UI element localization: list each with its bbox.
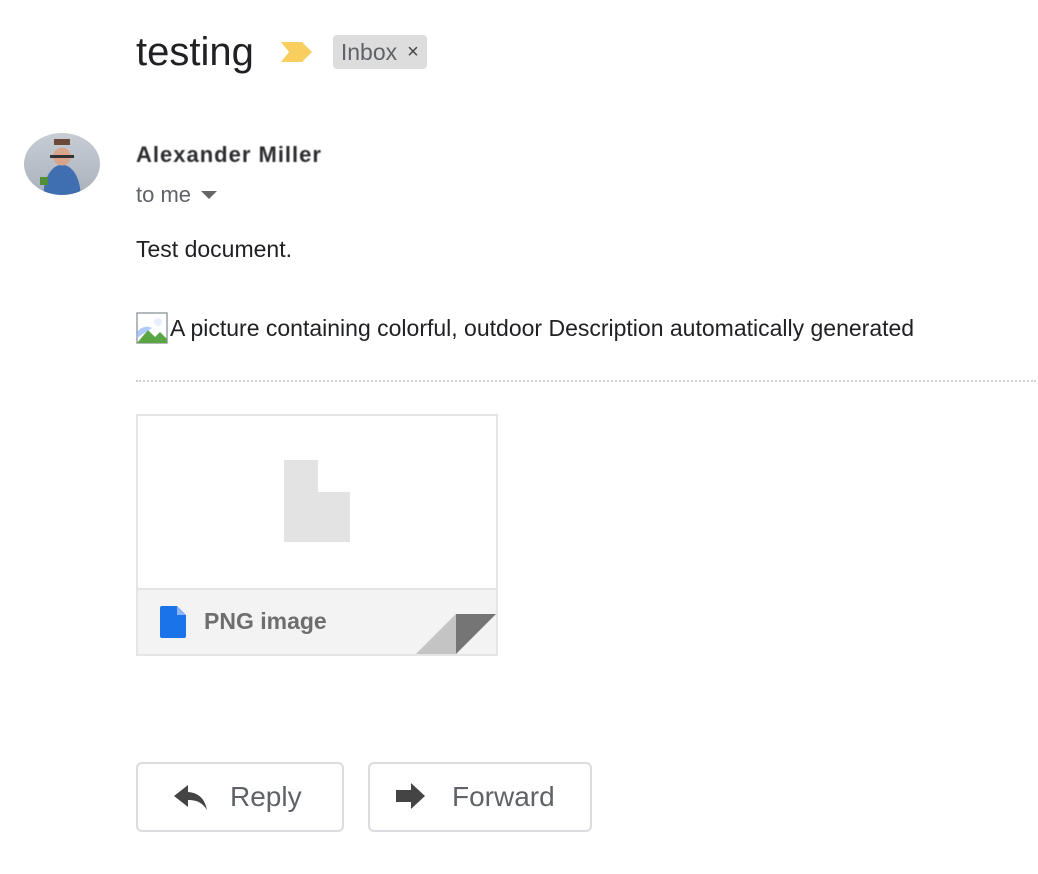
image-alt-text: A picture containing colorful, outdoor D…: [170, 314, 915, 341]
recipient-toggle[interactable]: to me: [136, 182, 218, 208]
reply-label: Reply: [230, 781, 302, 812]
sender-name[interactable]: Alexander Miller: [136, 142, 322, 168]
forward-label: Forward: [452, 781, 555, 812]
document-placeholder-icon: [284, 460, 350, 542]
forward-icon: [396, 782, 432, 812]
avatar[interactable]: [24, 133, 100, 195]
attachment-name: PNG image: [204, 608, 327, 634]
recipient-label: to me: [136, 182, 192, 207]
broken-image: A picture containing colorful, outdoor D…: [136, 312, 914, 344]
page-curl-icon: [416, 614, 496, 654]
attachment-card[interactable]: PNG image: [136, 414, 498, 656]
attachments-divider: [136, 380, 1036, 382]
attachment-preview: [138, 416, 496, 588]
remove-label-icon[interactable]: ×: [407, 41, 419, 64]
message-body: Test document.: [136, 236, 292, 262]
reply-icon: [174, 782, 210, 812]
label-chip-text: Inbox: [340, 38, 398, 65]
reply-button[interactable]: Reply: [136, 762, 344, 832]
file-icon: [160, 606, 186, 643]
sender-row: Alexander Miller: [136, 142, 322, 168]
email-subject: testing: [136, 30, 254, 74]
broken-image-icon: [136, 312, 168, 344]
importance-marker-icon[interactable]: [280, 41, 313, 63]
subject-header: testing Inbox ×: [136, 24, 427, 80]
label-chip-inbox: Inbox ×: [332, 35, 427, 69]
forward-button[interactable]: Forward: [368, 762, 592, 832]
chevron-down-icon[interactable]: [201, 191, 218, 199]
